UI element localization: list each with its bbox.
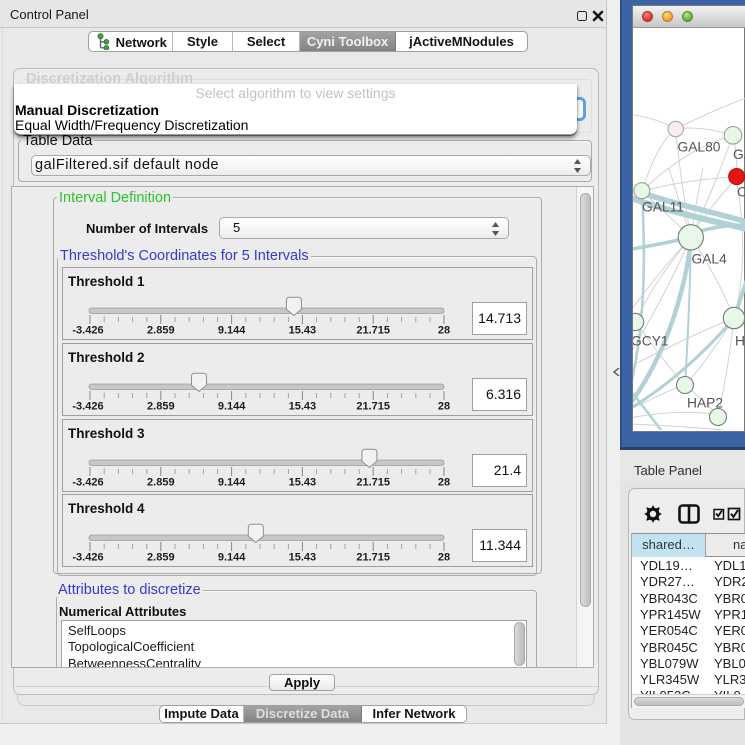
svg-text:9.144: 9.144 <box>218 476 246 488</box>
svg-text:-3.426: -3.426 <box>72 400 103 412</box>
svg-text:HAP2: HAP2 <box>687 396 723 411</box>
svg-text:28: 28 <box>438 552 450 564</box>
svg-text:15.43: 15.43 <box>289 476 317 488</box>
svg-text:2.859: 2.859 <box>147 325 175 337</box>
svg-text:2.859: 2.859 <box>147 552 175 564</box>
svg-text:28: 28 <box>438 325 450 337</box>
svg-text:15.43: 15.43 <box>289 400 317 412</box>
svg-text:C: C <box>737 185 745 200</box>
svg-text:2.859: 2.859 <box>147 400 175 412</box>
svg-text:2.859: 2.859 <box>147 476 175 488</box>
svg-text:21.715: 21.715 <box>356 400 390 412</box>
svg-text:GCY1: GCY1 <box>633 334 669 349</box>
svg-text:GA: GA <box>733 147 745 162</box>
svg-text:H: H <box>735 334 745 349</box>
svg-text:21.715: 21.715 <box>356 476 390 488</box>
svg-text:9.144: 9.144 <box>218 325 246 337</box>
svg-text:21.715: 21.715 <box>356 552 390 564</box>
svg-text:-3.426: -3.426 <box>72 325 103 337</box>
svg-text:GAL11: GAL11 <box>642 200 684 215</box>
svg-text:GAL4: GAL4 <box>692 252 728 267</box>
svg-text:28: 28 <box>438 476 450 488</box>
svg-text:-3.426: -3.426 <box>72 476 103 488</box>
svg-text:15.43: 15.43 <box>289 552 317 564</box>
svg-text:9.144: 9.144 <box>218 400 246 412</box>
svg-text:-3.426: -3.426 <box>72 552 103 564</box>
svg-text:21.715: 21.715 <box>356 325 390 337</box>
svg-text:28: 28 <box>438 400 450 412</box>
svg-text:15.43: 15.43 <box>289 325 317 337</box>
svg-text:GAL80: GAL80 <box>678 140 721 155</box>
svg-text:9.144: 9.144 <box>218 552 246 564</box>
